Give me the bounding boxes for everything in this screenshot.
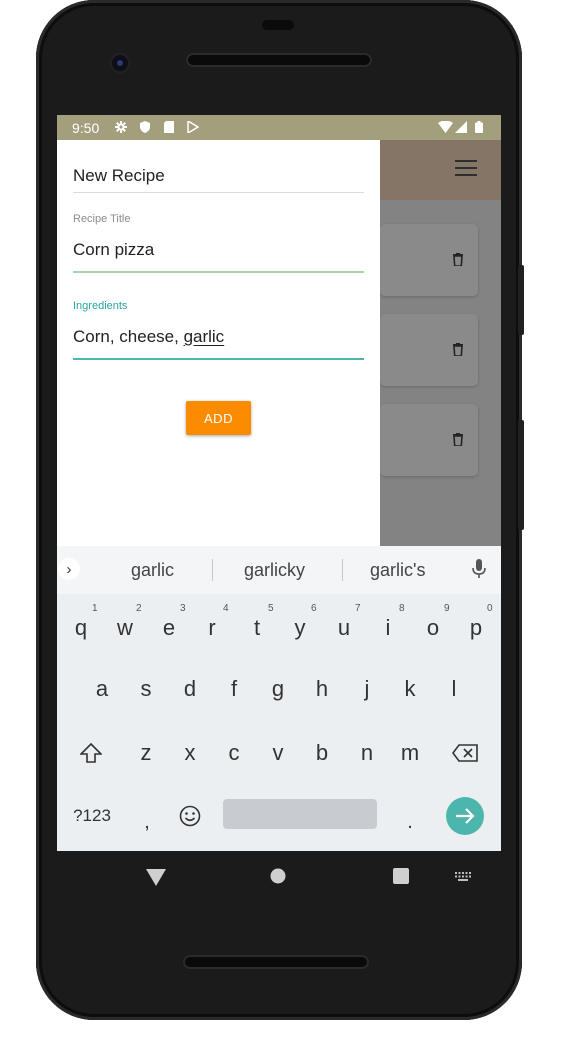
key-q[interactable]: q — [61, 608, 101, 648]
key-t[interactable]: t — [237, 608, 277, 648]
key-s[interactable]: s — [126, 669, 166, 709]
key-h[interactable]: h — [302, 669, 342, 709]
key-n[interactable]: n — [347, 733, 387, 773]
suggestion-1[interactable]: garlic — [131, 560, 174, 581]
key-a[interactable]: a — [82, 669, 122, 709]
settings-icon — [115, 121, 127, 133]
suggestion-2[interactable]: garlicky — [244, 560, 305, 581]
symbols-key[interactable]: ?123 — [67, 796, 117, 836]
key-e[interactable]: e — [149, 608, 189, 648]
recipe-title-input[interactable]: Corn pizza — [73, 240, 154, 260]
suggestion-3[interactable]: garlic's — [370, 560, 425, 581]
enter-arrow-icon — [456, 808, 475, 824]
key-u[interactable]: u — [324, 608, 364, 648]
key-g[interactable]: g — [258, 669, 298, 709]
play-store-icon — [187, 121, 199, 133]
key-number-hint: 4 — [223, 603, 229, 614]
recipe-title-underline — [73, 271, 364, 273]
key-x[interactable]: x — [170, 733, 210, 773]
key-i[interactable]: i — [368, 608, 408, 648]
sensor — [262, 20, 294, 30]
battery-icon — [475, 121, 483, 133]
key-p[interactable]: p — [456, 608, 496, 648]
key-d[interactable]: d — [170, 669, 210, 709]
signal-icon — [455, 121, 467, 133]
new-recipe-drawer: New Recipe Recipe Title Corn pizza Ingre… — [57, 140, 380, 546]
key-v[interactable]: v — [258, 733, 298, 773]
top-speaker — [186, 53, 372, 67]
suggestion-bar: › garlic garlicky garlic's — [57, 546, 501, 594]
key-number-hint: 0 — [487, 603, 493, 614]
shift-icon — [80, 743, 102, 763]
mic-icon[interactable] — [471, 558, 487, 580]
add-button[interactable]: ADD — [186, 401, 251, 435]
space-bar[interactable] — [223, 799, 377, 829]
suggestion-separator — [342, 559, 343, 581]
recipe-title-label: Recipe Title — [73, 213, 131, 225]
sd-card-icon — [164, 121, 174, 133]
key-number-hint: 7 — [355, 603, 361, 614]
recents-nav-icon[interactable] — [393, 868, 409, 884]
keyboard: › garlic garlicky garlic's q1w2e3r4t5y6u… — [57, 546, 501, 851]
period-key[interactable]: . — [390, 802, 430, 842]
bottom-speaker — [183, 955, 369, 969]
drawer-title: New Recipe — [73, 166, 165, 185]
chevron-right-icon[interactable]: › — [58, 558, 80, 580]
ingredients-current-word: garlic — [183, 327, 225, 346]
front-camera — [109, 52, 131, 74]
key-o[interactable]: o — [413, 608, 453, 648]
emoji-key[interactable] — [170, 796, 210, 836]
suggestion-separator — [212, 559, 213, 581]
key-number-hint: 8 — [399, 603, 405, 614]
power-button — [518, 265, 524, 335]
ingredients-text: Corn, cheese, — [73, 327, 184, 346]
ingredients-underline — [73, 358, 364, 360]
key-number-hint: 3 — [180, 603, 186, 614]
shift-key[interactable] — [71, 733, 111, 773]
key-number-hint: 1 — [92, 603, 98, 614]
key-r[interactable]: r — [192, 608, 232, 648]
key-y[interactable]: y — [280, 608, 320, 648]
status-time: 9:50 — [72, 120, 100, 136]
key-number-hint: 2 — [136, 603, 142, 614]
screen: 9:50 New Recipe Recipe Title Corn pizza … — [57, 115, 501, 851]
key-number-hint: 9 — [444, 603, 450, 614]
ingredients-input[interactable]: Corn, cheese, garlic — [73, 327, 224, 347]
key-w[interactable]: w — [105, 608, 145, 648]
status-bar: 9:50 — [57, 115, 501, 140]
home-nav-icon[interactable] — [270, 868, 286, 884]
backspace-key[interactable] — [445, 733, 485, 773]
enter-key[interactable] — [446, 797, 484, 835]
comma-key[interactable]: , — [127, 802, 167, 842]
key-z[interactable]: z — [126, 733, 166, 773]
key-b[interactable]: b — [302, 733, 342, 773]
key-c[interactable]: c — [214, 733, 254, 773]
key-number-hint: 5 — [268, 603, 274, 614]
keyboard-switch-icon[interactable] — [455, 872, 471, 881]
key-k[interactable]: k — [390, 669, 430, 709]
key-m[interactable]: m — [390, 733, 430, 773]
key-l[interactable]: l — [434, 669, 474, 709]
back-nav-icon[interactable] — [146, 869, 166, 886]
wifi-icon — [438, 121, 453, 133]
volume-button — [518, 420, 524, 530]
emoji-icon — [179, 805, 201, 827]
key-j[interactable]: j — [347, 669, 387, 709]
divider — [73, 192, 364, 193]
key-f[interactable]: f — [214, 669, 254, 709]
ingredients-label: Ingredients — [73, 300, 128, 312]
backspace-icon — [452, 744, 478, 762]
shield-icon — [140, 121, 150, 133]
key-number-hint: 6 — [311, 603, 317, 614]
